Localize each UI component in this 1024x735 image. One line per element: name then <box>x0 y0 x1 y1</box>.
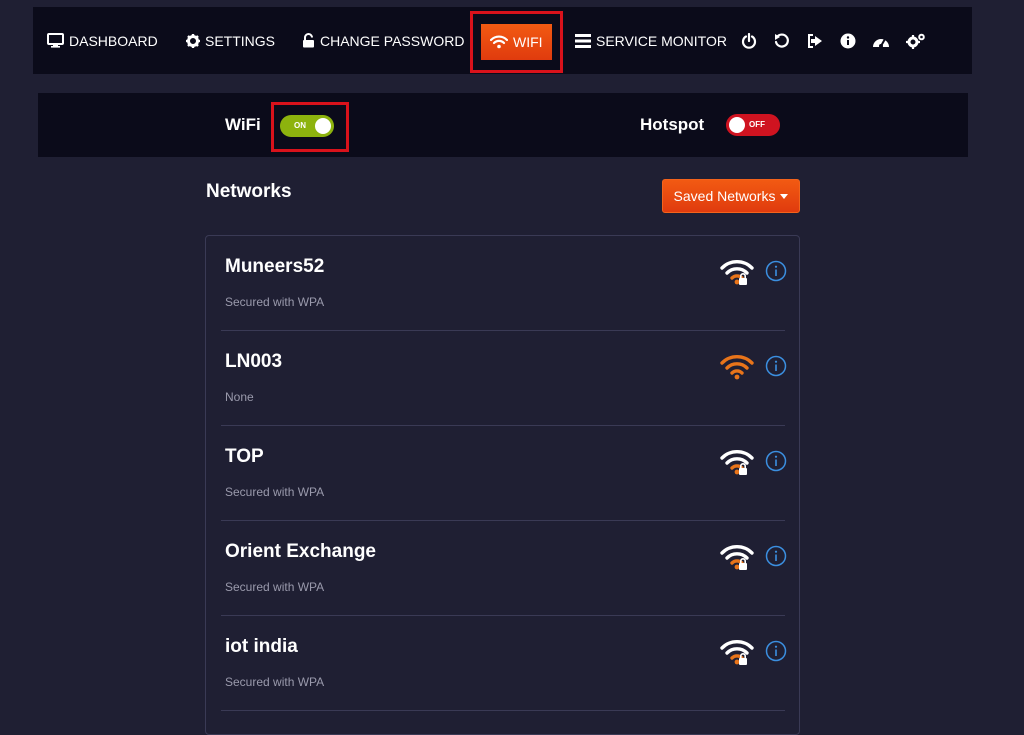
network-security: Secured with WPA <box>225 485 325 499</box>
speedometer-icon[interactable] <box>871 31 891 51</box>
wifi-lock-icon <box>719 638 755 670</box>
network-security: Secured with WPA <box>225 295 325 309</box>
wifi-toggle-switch[interactable]: ON <box>280 115 334 137</box>
wifi-hotspot-toggle-bar: WiFi ON Hotspot OFF <box>38 93 968 157</box>
network-name: TOP <box>225 446 264 467</box>
network-row-top[interactable]: TOP Secured with WPA <box>221 426 787 521</box>
nav-service-monitor[interactable]: SERVICE MONITOR <box>575 7 727 74</box>
server-icon <box>575 33 591 48</box>
wifi-icon <box>490 35 508 49</box>
top-navbar: DASHBOARD SETTINGS CHANGE PASSWORD WIFI … <box>33 7 972 74</box>
wifi-signal-icon <box>719 353 755 385</box>
network-security: Secured with WPA <box>225 675 325 689</box>
network-info-icon[interactable] <box>765 355 787 377</box>
network-security: None <box>225 390 254 404</box>
saved-networks-label: Saved Networks <box>673 188 776 204</box>
networks-title: Networks <box>206 181 292 202</box>
gear-icon <box>186 33 200 48</box>
caret-down-icon <box>780 194 789 199</box>
wifi-lock-icon <box>719 258 755 290</box>
nav-settings[interactable]: SETTINGS <box>186 7 275 74</box>
nav-dashboard-label: DASHBOARD <box>69 32 158 49</box>
nav-wifi[interactable]: WIFI <box>470 11 563 73</box>
network-row-muneers52[interactable]: Muneers52 Secured with WPA <box>221 236 787 331</box>
wifi-lock-icon <box>719 543 755 575</box>
info-icon[interactable] <box>838 31 858 51</box>
wifi-lock-icon <box>719 448 755 480</box>
unlock-icon <box>303 33 314 48</box>
network-security: Secured with WPA <box>225 580 325 594</box>
wifi-switch-state: ON <box>294 121 306 130</box>
nav-change-password-label: CHANGE PASSWORD <box>320 32 465 49</box>
network-info-icon[interactable] <box>765 450 787 472</box>
monitor-icon <box>47 33 64 48</box>
nav-settings-label: SETTINGS <box>205 32 276 49</box>
network-info-icon[interactable] <box>765 260 787 282</box>
hotspot-toggle-switch[interactable]: OFF <box>726 114 780 136</box>
network-row-iot-india[interactable]: iot india Secured with WPA <box>221 616 787 711</box>
nav-change-password[interactable]: CHANGE PASSWORD <box>302 7 464 74</box>
nav-service-monitor-label: SERVICE MONITOR <box>596 32 727 49</box>
network-name: iot india <box>225 636 298 657</box>
wifi-toggle-label: WiFi <box>225 115 261 134</box>
network-row-ln003[interactable]: LN003 None <box>221 331 787 426</box>
wifi-switch-highlight: ON <box>271 102 349 152</box>
network-name: Orient Exchange <box>225 541 376 562</box>
logout-icon[interactable] <box>805 31 825 51</box>
network-name: Muneers52 <box>225 256 325 277</box>
cogs-icon[interactable] <box>906 31 926 51</box>
nav-wifi-label: WIFI <box>513 34 543 50</box>
nav-dashboard[interactable]: DASHBOARD <box>47 7 158 74</box>
network-info-icon[interactable] <box>765 545 787 567</box>
network-name: LN003 <box>225 351 283 372</box>
hotspot-switch-knob <box>729 117 745 133</box>
power-icon[interactable] <box>739 31 759 51</box>
wifi-switch-knob <box>315 118 331 134</box>
restart-icon[interactable] <box>772 31 792 51</box>
saved-networks-button[interactable]: Saved Networks <box>662 179 800 213</box>
network-row-orient-exchange[interactable]: Orient Exchange Secured with WPA <box>221 521 787 616</box>
network-info-icon[interactable] <box>765 640 787 662</box>
nav-wifi-active-pill: WIFI <box>481 24 552 60</box>
hotspot-toggle-label: Hotspot <box>640 115 705 134</box>
network-list: Muneers52 Secured with WPA LN003 None TOP Sec… <box>205 235 800 735</box>
hotspot-switch-state: OFF <box>749 120 765 129</box>
